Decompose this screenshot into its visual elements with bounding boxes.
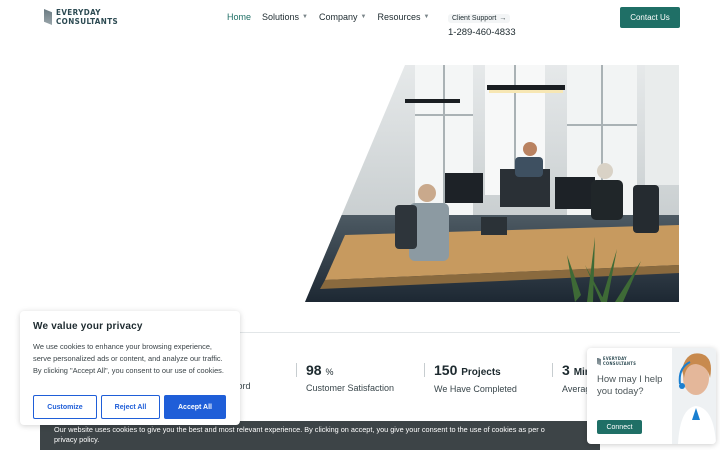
site-header: EVERYDAY CONSULTANTS Home Solutions ▼ Co… <box>0 0 720 38</box>
nav-company[interactable]: Company ▼ <box>319 12 366 22</box>
chevron-down-icon: ▼ <box>423 14 430 20</box>
main-nav: Home Solutions ▼ Company ▼ Resources ▼ <box>227 12 440 22</box>
stat-unit: Projects <box>461 367 501 378</box>
nav-solutions-label: Solutions <box>262 12 300 22</box>
stat-item: 150 Projects We Have Completed <box>434 362 517 394</box>
nav-solutions[interactable]: Solutions ▼ <box>262 12 308 22</box>
stat-separator <box>424 363 425 377</box>
stat-separator <box>296 363 297 377</box>
stat-number: 150 <box>434 362 458 378</box>
stat-label: We Have Completed <box>434 384 517 394</box>
client-support: Client Support → 1-289-460-4833 <box>448 7 516 38</box>
support-phone[interactable]: 1-289-460-4833 <box>448 27 516 38</box>
client-support-label: Client Support <box>452 15 497 22</box>
chat-logo-line2: CONSULTANTS <box>603 360 637 366</box>
logo-line1: EVERYDAY <box>56 8 101 17</box>
nav-home-label: Home <box>227 12 252 22</box>
chevron-down-icon: ▼ <box>302 14 308 20</box>
privacy-policy-link[interactable]: privacy policy. <box>54 435 600 445</box>
stat-value: 98 % <box>306 362 394 380</box>
logo-icon <box>44 9 52 25</box>
privacy-actions: Customize Reject All Accept All <box>33 395 226 419</box>
arrow-right-icon: → <box>499 15 507 22</box>
privacy-body: We use cookies to enhance your browsing … <box>33 342 224 375</box>
logo[interactable]: EVERYDAY CONSULTANTS <box>44 8 118 26</box>
customize-button[interactable]: Customize <box>33 395 97 419</box>
stat-number: 3 <box>562 362 570 378</box>
logo-icon <box>597 357 601 366</box>
chevron-down-icon: ▼ <box>360 14 367 20</box>
office-photo <box>305 65 679 302</box>
support-agent-image <box>672 348 716 444</box>
nav-home[interactable]: Home <box>227 12 251 22</box>
accept-all-button[interactable]: Accept All <box>164 395 226 419</box>
nav-company-label: Company <box>319 12 358 22</box>
chat-logo: EVERYDAY CONSULTANTS <box>597 356 637 366</box>
logo-line2: CONSULTANTS <box>56 17 119 26</box>
stat-value: 150 Projects <box>434 362 517 381</box>
stat-separator <box>552 363 553 377</box>
stat-number: 98 <box>306 362 322 378</box>
stat-label: Customer Satisfaction <box>306 383 395 393</box>
chat-widget[interactable]: EVERYDAY CONSULTANTS How may I help you … <box>587 348 716 444</box>
client-support-link[interactable]: Client Support → <box>448 14 511 23</box>
cookie-consent-bar: Our website uses cookies to give you the… <box>40 421 600 450</box>
nav-resources-label: Resources <box>377 12 421 22</box>
stat-item: 98 % Customer Satisfaction <box>306 362 394 393</box>
hero-image <box>305 65 679 302</box>
contact-us-button[interactable]: Contact Us <box>620 7 680 28</box>
privacy-title: We value your privacy <box>33 321 143 332</box>
cookie-bar-text: Our website uses cookies to give you the… <box>54 425 545 434</box>
page: EVERYDAY CONSULTANTS Home Solutions ▼ Co… <box>0 0 720 450</box>
reject-all-button[interactable]: Reject All <box>101 395 160 419</box>
chat-question: How may I help you today? <box>597 374 663 397</box>
nav-resources[interactable]: Resources ▼ <box>377 12 429 22</box>
privacy-dialog: We value your privacy We use cookies to … <box>20 311 240 425</box>
connect-button[interactable]: Connect <box>597 420 642 434</box>
stat-unit: % <box>325 367 334 377</box>
